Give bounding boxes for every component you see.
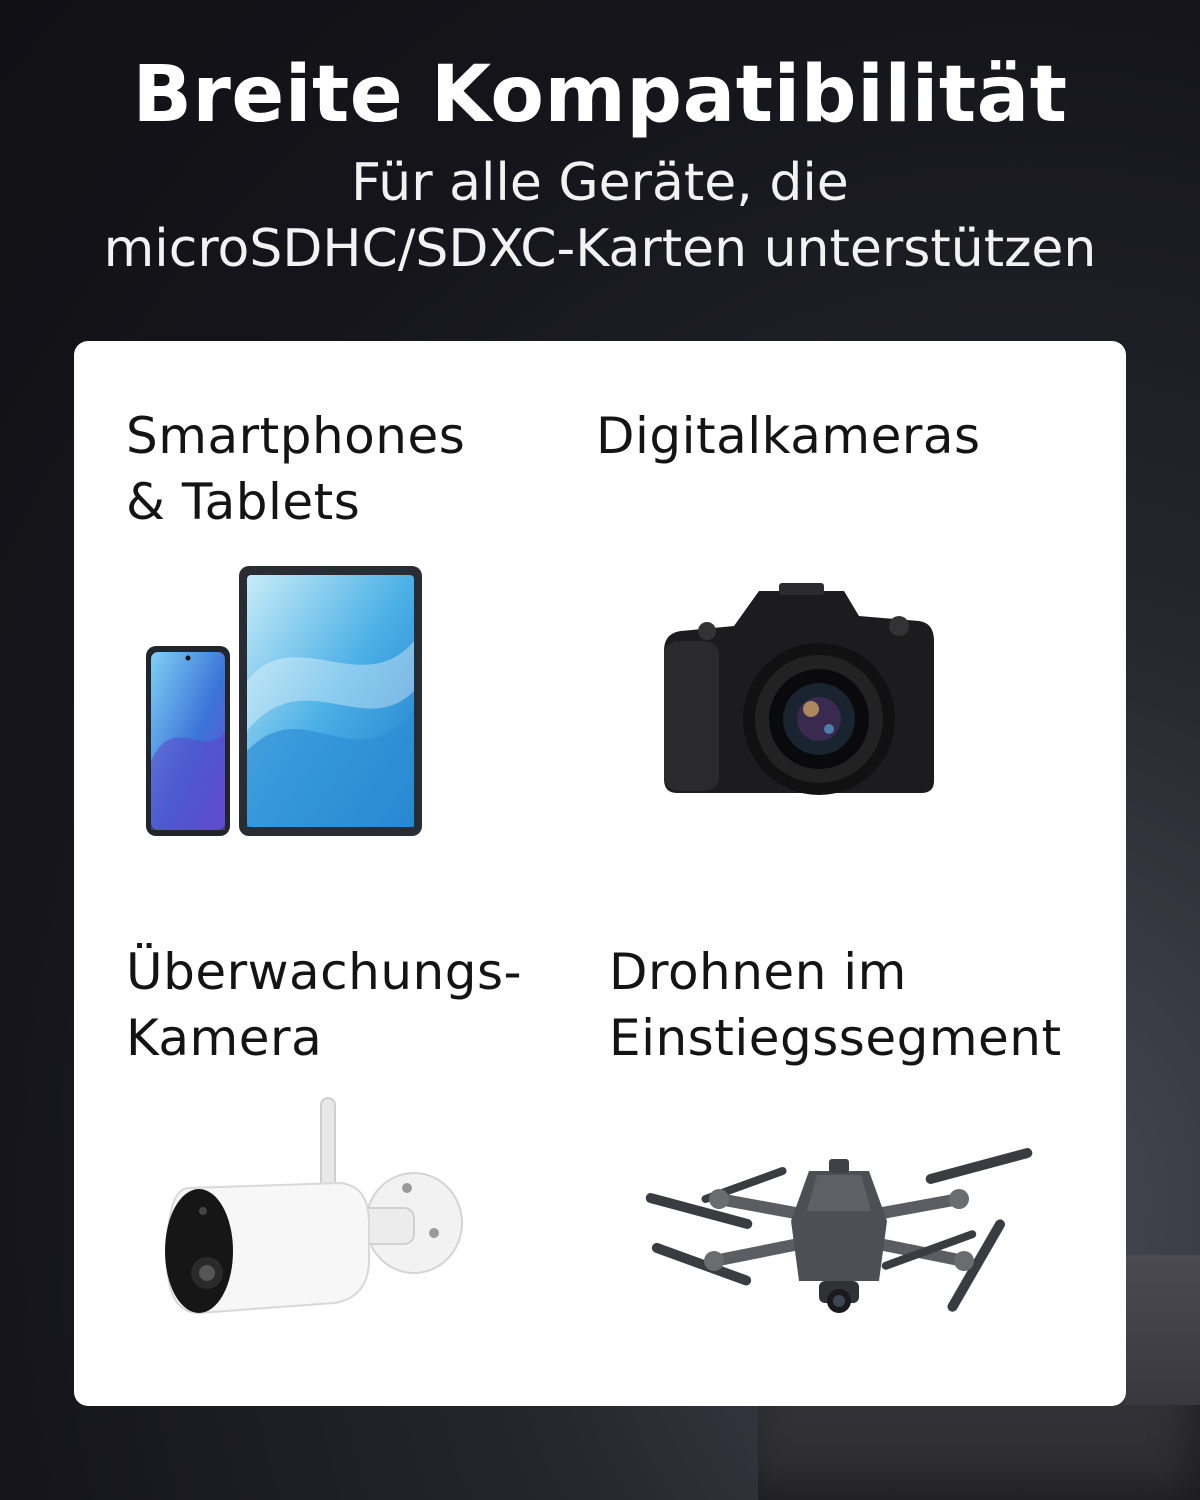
device-label-drones: Drohnen im Einstiegssegment	[609, 939, 1062, 1071]
camera-icon	[664, 583, 934, 795]
device-label-line: Smartphones	[126, 407, 466, 465]
device-label-smartphones: Smartphones & Tablets	[126, 403, 465, 535]
smartphone-tablet-icon	[146, 566, 422, 836]
device-label-line: Einstiegssegment	[609, 1009, 1062, 1067]
subtitle-line-1: Für alle Geräte, die	[351, 153, 849, 213]
background-pedestal-edge	[1125, 1255, 1200, 1405]
device-label-line: Drohnen im	[609, 943, 907, 1001]
device-label-line: & Tablets	[126, 473, 361, 531]
device-label-security-camera: Überwachungs- Kamera	[126, 939, 522, 1071]
drone-icon	[645, 1148, 1033, 1313]
device-label-line: Digitalkameras	[596, 407, 981, 465]
page-subtitle: Für alle Geräte, die microSDHC/SDXC-Kart…	[0, 150, 1200, 282]
security-camera-icon	[165, 1097, 463, 1315]
page-title: Breite Kompatibilität	[132, 50, 1068, 140]
compatibility-card: Smartphones & Tablets Digitalkameras Übe…	[74, 341, 1126, 1406]
device-label-line: Kamera	[126, 1009, 323, 1067]
subtitle-line-2: microSDHC/SDXC-Karten unterstützen	[103, 219, 1097, 279]
device-label-digital-cameras: Digitalkameras	[596, 403, 981, 469]
device-label-line: Überwachungs-	[126, 943, 523, 1001]
